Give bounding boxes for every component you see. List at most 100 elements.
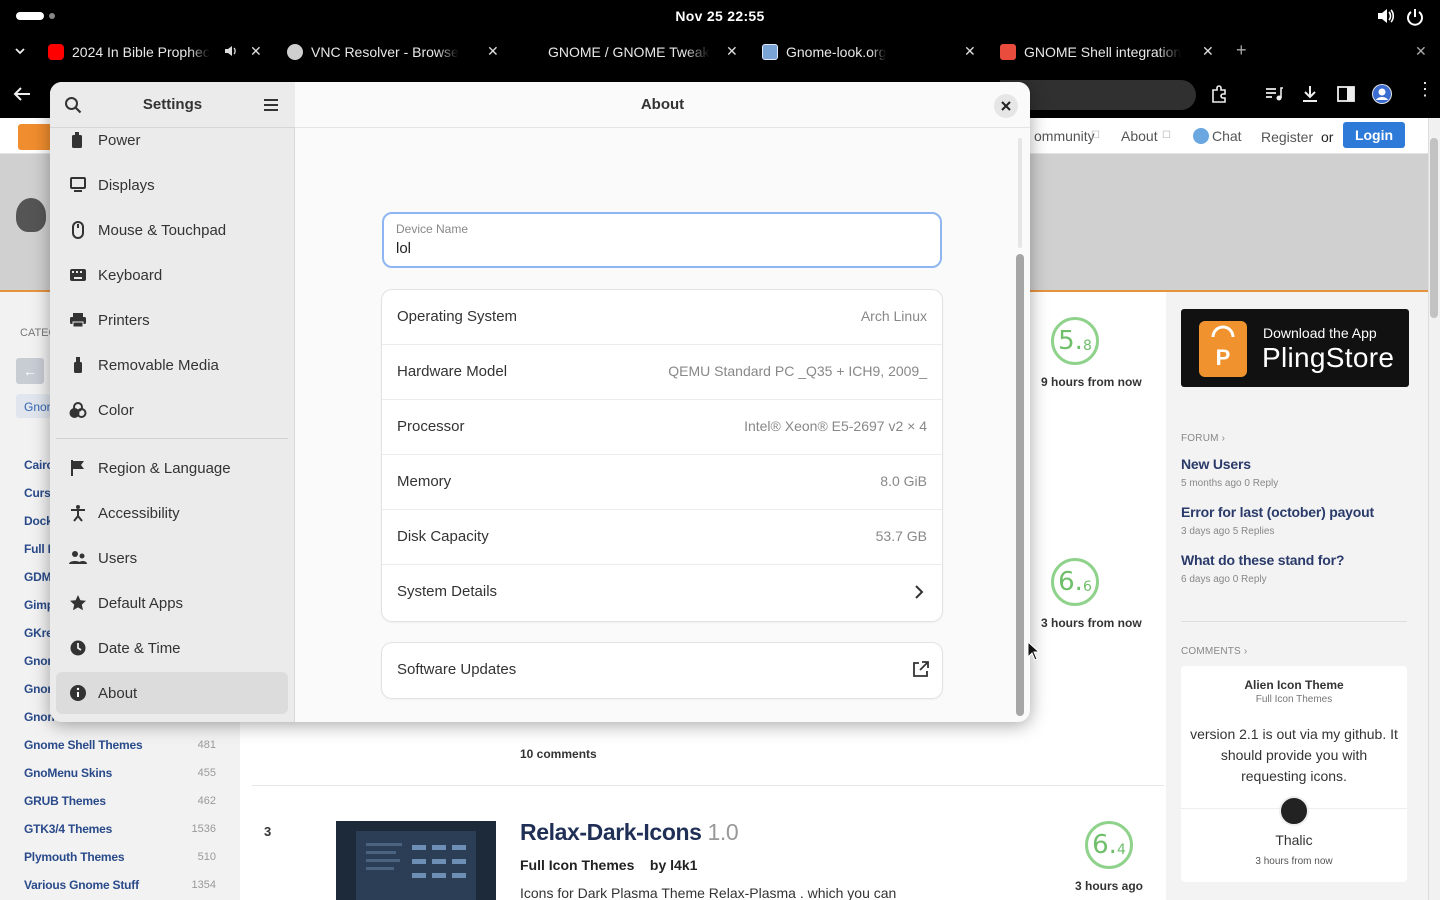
- content-scrollbar[interactable]: [1016, 254, 1024, 716]
- power-icon: [68, 130, 88, 150]
- category-link[interactable]: GRUB Themes: [24, 794, 106, 808]
- category-count: 1354: [191, 879, 216, 891]
- tab-title: Gnome-look.org: [786, 44, 887, 60]
- category-link[interactable]: Gnome Shell Themes: [24, 738, 143, 752]
- tab-search-icon[interactable]: [14, 44, 26, 62]
- browser-tab[interactable]: GNOME / GNOME Tweak ✕: [524, 32, 746, 72]
- media-control-icon[interactable]: [1265, 86, 1283, 107]
- browser-tab[interactable]: 2024 In Bible Prophec ✕: [48, 32, 270, 72]
- clock[interactable]: Nov 25 22:55: [0, 8, 1440, 24]
- window-close-icon[interactable]: ✕: [1415, 43, 1427, 60]
- score-time: 3 hours from now: [1041, 616, 1142, 630]
- sidebar-item-users[interactable]: Users: [56, 537, 288, 579]
- browser-tab[interactable]: GNOME Shell integration ✕: [1000, 32, 1222, 72]
- forum-heading[interactable]: FORUM ›: [1181, 433, 1225, 444]
- item-title[interactable]: Relax-Dark-Icons: [520, 819, 702, 845]
- sidebar-item-keyboard[interactable]: Keyboard: [56, 254, 288, 296]
- plingstore-banner[interactable]: P Download the App PlingStore: [1181, 309, 1409, 387]
- sidebar-item-mouse-touchpad[interactable]: Mouse & Touchpad: [56, 209, 288, 251]
- category-count: 510: [197, 851, 216, 863]
- nav-about-link[interactable]: About: [1121, 128, 1158, 144]
- accessibility-icon: [68, 503, 88, 523]
- new-tab-button[interactable]: +: [1236, 40, 1247, 61]
- comments-heading[interactable]: COMMENTS ›: [1181, 646, 1247, 657]
- category-back-button[interactable]: ←: [16, 358, 44, 384]
- usb-icon: [68, 355, 88, 375]
- sidebar-item-label: About: [98, 684, 138, 702]
- comment-user[interactable]: Thalic: [1181, 832, 1407, 848]
- item-author[interactable]: by l4k1: [650, 857, 697, 873]
- category-link[interactable]: Various Gnome Stuff: [24, 878, 139, 892]
- category-link[interactable]: GnoMenu Skins: [24, 766, 112, 780]
- sidebar-item-removable-media[interactable]: Removable Media: [56, 344, 288, 386]
- score-value: 6.: [1058, 567, 1083, 597]
- forum-title[interactable]: Error for last (october) payout: [1181, 504, 1374, 520]
- tab-close-icon[interactable]: ✕: [964, 43, 976, 60]
- category-link[interactable]: Dock: [24, 514, 53, 528]
- comment-subtitle: Full Icon Themes: [1255, 694, 1333, 705]
- forum-meta: 3 days ago 5 Replies: [1181, 526, 1275, 537]
- tab-close-icon[interactable]: ✕: [250, 43, 262, 60]
- sidebar-item-label: Mouse & Touchpad: [98, 221, 227, 239]
- browser-tab[interactable]: VNC Resolver - Browse ✕: [287, 32, 509, 72]
- youtube-icon: [48, 44, 64, 60]
- extensions-icon[interactable]: [1211, 85, 1229, 108]
- comment-title[interactable]: Alien Icon Theme: [1181, 678, 1407, 692]
- tab-close-icon[interactable]: ✕: [1202, 43, 1214, 60]
- page-scrollbar-thumb[interactable]: [1430, 138, 1438, 318]
- software-updates-label: Software Updates: [397, 661, 517, 678]
- close-button[interactable]: [994, 94, 1018, 118]
- gnome-look-icon: [762, 44, 778, 60]
- site-logo[interactable]: [18, 124, 52, 150]
- sidebar-item-label: Printers: [98, 311, 150, 329]
- comment-text: version 2.1 is out via my github. It sho…: [1190, 726, 1398, 784]
- category-link[interactable]: Plymouth Themes: [24, 850, 125, 864]
- browser-menu-icon[interactable]: ⋮: [1416, 80, 1434, 98]
- sidebar-item-power[interactable]: Power: [56, 119, 288, 161]
- sidebar-item-date-time[interactable]: Date & Time: [56, 627, 288, 669]
- category-link[interactable]: Curs: [24, 486, 51, 500]
- browser-tab[interactable]: Gnome-look.org ✕: [762, 32, 984, 72]
- login-button[interactable]: Login: [1343, 122, 1405, 148]
- star-icon: [68, 593, 88, 613]
- category-link[interactable]: GKre: [24, 626, 53, 640]
- sidebar-item-about[interactable]: About: [56, 672, 288, 714]
- system-details-row[interactable]: System Details: [382, 565, 942, 620]
- sidebar-item-accessibility[interactable]: Accessibility: [56, 492, 288, 534]
- hamburger-menu-icon[interactable]: [263, 98, 279, 117]
- nav-chat-link[interactable]: Chat: [1212, 128, 1242, 144]
- category-link[interactable]: Full I: [24, 542, 51, 556]
- avatar[interactable]: [1279, 796, 1309, 826]
- sidebar-item-label: Region & Language: [98, 459, 231, 477]
- list-divider: [252, 785, 1164, 786]
- nav-community-link[interactable]: ommunity: [1034, 128, 1095, 144]
- sidebar-item-region-language[interactable]: Region & Language: [56, 447, 288, 489]
- sidebar-item-default-apps[interactable]: Default Apps: [56, 582, 288, 624]
- tab-close-icon[interactable]: ✕: [487, 43, 499, 60]
- volume-icon[interactable]: [1377, 8, 1395, 29]
- profile-avatar-icon[interactable]: [1372, 84, 1392, 104]
- item-thumbnail[interactable]: [336, 821, 496, 900]
- device-name-field[interactable]: [382, 212, 942, 268]
- software-updates-row[interactable]: Software Updates: [382, 643, 942, 698]
- score-time: 9 hours from now: [1041, 375, 1142, 389]
- item-category[interactable]: Full Icon Themes: [520, 857, 634, 873]
- sidebar-item-label: Default Apps: [98, 594, 184, 612]
- download-icon[interactable]: [1301, 85, 1319, 108]
- power-icon[interactable]: [1406, 8, 1424, 31]
- side-panel-icon[interactable]: [1337, 86, 1355, 107]
- back-icon[interactable]: [13, 86, 31, 107]
- category-chip[interactable]: Gnom: [16, 394, 57, 418]
- forum-title[interactable]: New Users: [1181, 456, 1251, 472]
- sidebar-item-printers[interactable]: Printers: [56, 299, 288, 341]
- sidebar-item-displays[interactable]: Displays: [56, 164, 288, 206]
- category-link[interactable]: GTK3/4 Themes: [24, 822, 112, 836]
- audio-playing-icon[interactable]: [224, 44, 238, 61]
- tab-close-icon[interactable]: ✕: [726, 43, 738, 60]
- category-link[interactable]: GDM: [24, 570, 52, 584]
- sidebar-item-color[interactable]: Color: [56, 389, 288, 431]
- comments-count[interactable]: 10 comments: [520, 747, 597, 761]
- register-link[interactable]: Register: [1261, 129, 1313, 145]
- forum-title[interactable]: What do these stand for?: [1181, 552, 1344, 568]
- device-name-input[interactable]: lol: [396, 240, 411, 257]
